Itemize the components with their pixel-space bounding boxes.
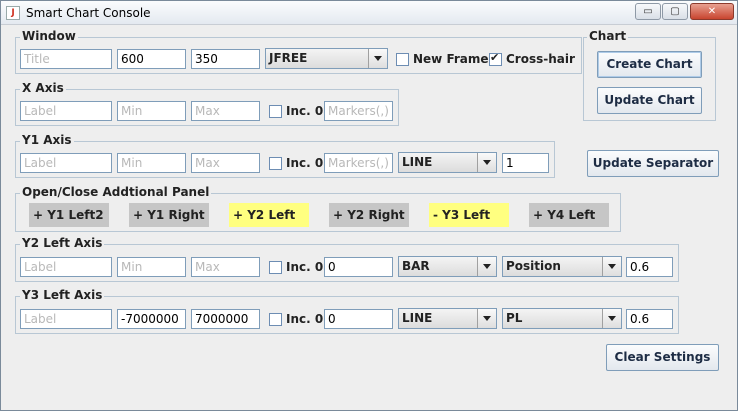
x-axis-max-input[interactable] (191, 101, 260, 121)
title-bar: J Smart Chart Console ▭ ▢ ✕ (1, 1, 737, 25)
java-app-icon: J (6, 6, 20, 20)
y2-left-axis-position-value: Position (506, 259, 561, 273)
y3-left-axis-position-value: PL (506, 311, 523, 325)
renderer-combo[interactable]: JFREE (265, 48, 388, 69)
y2-left-axis-min-input[interactable] (117, 257, 186, 277)
x-axis-min-input[interactable] (117, 101, 186, 121)
chart-group-label: Chart (587, 29, 629, 43)
y1-axis-max-input[interactable] (191, 153, 260, 173)
y3-left-axis-min-input[interactable] (117, 309, 186, 329)
y3-left-axis-position-combo[interactable]: PL (502, 308, 622, 329)
toggle-y4-left-button[interactable]: + Y4 Left (529, 203, 609, 227)
renderer-combo-value: JFREE (269, 51, 308, 65)
y1-axis-type-combo[interactable]: LINE (398, 152, 497, 173)
chevron-down-icon (477, 309, 496, 328)
width-input[interactable] (117, 49, 186, 69)
new-frame-checkbox[interactable] (396, 53, 409, 66)
window-title: Smart Chart Console (26, 6, 151, 20)
crosshair-label: Cross-hair (506, 52, 575, 66)
clear-settings-button[interactable]: Clear Settings (606, 344, 719, 371)
y2-left-axis-max-input[interactable] (191, 257, 260, 277)
y1-axis-group-label: Y1 Axis (20, 133, 74, 147)
window-group-label: Window (20, 29, 78, 43)
y2-left-axis-offset-input[interactable] (324, 257, 393, 277)
update-separator-button[interactable]: Update Separator (587, 150, 719, 177)
chevron-down-icon (477, 257, 496, 276)
y3-left-axis-inc0-label: Inc. 0 (286, 312, 324, 326)
y3-left-axis-type-combo[interactable]: LINE (398, 308, 497, 329)
chevron-down-icon (602, 257, 621, 276)
close-button[interactable]: ✕ (690, 3, 734, 20)
y1-axis-inc0-checkbox[interactable] (269, 157, 282, 170)
y1-axis-min-input[interactable] (117, 153, 186, 173)
x-axis-markers-input[interactable] (324, 101, 393, 121)
chevron-down-icon (477, 153, 496, 172)
crosshair-checkbox[interactable] (489, 51, 502, 66)
new-frame-label: New Frame (413, 52, 489, 66)
y2-left-axis-type-combo[interactable]: BAR (398, 256, 497, 277)
x-axis-inc0-label: Inc. 0 (286, 104, 324, 118)
minimize-button[interactable]: ▭ (635, 3, 661, 20)
panel-toggle-group-label: Open/Close Addtional Panel (20, 185, 212, 199)
y3-left-axis-offset-input[interactable] (324, 309, 393, 329)
x-axis-inc0-checkbox[interactable] (269, 105, 282, 118)
toggle-y2-right-button[interactable]: + Y2 Right (329, 203, 409, 227)
y3-left-axis-inc0-checkbox[interactable] (269, 313, 282, 326)
y2-left-axis-type-value: BAR (402, 259, 430, 273)
y2-left-axis-label-input[interactable] (20, 257, 112, 277)
chevron-down-icon (602, 309, 621, 328)
create-chart-button[interactable]: Create Chart (597, 51, 702, 78)
height-input[interactable] (191, 49, 260, 69)
toggle-y3-left-button[interactable]: - Y3 Left (429, 203, 509, 227)
maximize-button[interactable]: ▢ (662, 3, 688, 20)
y2-left-axis-group-label: Y2 Left Axis (20, 236, 105, 250)
x-axis-group-label: X Axis (20, 81, 66, 95)
y2-left-axis-ratio-input[interactable] (626, 257, 673, 277)
app-window: J Smart Chart Console ▭ ▢ ✕ Window JFREE… (0, 0, 738, 411)
toggle-y1-right-button[interactable]: + Y1 Right (129, 203, 209, 227)
y2-left-axis-position-combo[interactable]: Position (502, 256, 622, 277)
y3-left-axis-max-input[interactable] (191, 309, 260, 329)
y1-axis-type-value: LINE (402, 155, 433, 169)
title-input[interactable] (20, 49, 112, 69)
y3-left-axis-type-value: LINE (402, 311, 433, 325)
y1-axis-inc0-label: Inc. 0 (286, 156, 324, 170)
y3-left-axis-ratio-input[interactable] (626, 309, 673, 329)
toggle-y2-left-button[interactable]: + Y2 Left (229, 203, 309, 227)
toggle-y1-left2-button[interactable]: + Y1 Left2 (29, 203, 109, 227)
y3-left-axis-label-input[interactable] (20, 309, 112, 329)
y2-left-axis-inc0-label: Inc. 0 (286, 260, 324, 274)
y3-left-axis-group-label: Y3 Left Axis (20, 288, 105, 302)
y1-axis-markers-input[interactable] (324, 153, 393, 173)
y1-axis-label-input[interactable] (20, 153, 112, 173)
chevron-down-icon (368, 49, 387, 68)
y1-axis-value-input[interactable] (502, 153, 549, 173)
update-chart-button[interactable]: Update Chart (597, 87, 702, 114)
x-axis-label-input[interactable] (20, 101, 112, 121)
y2-left-axis-inc0-checkbox[interactable] (269, 261, 282, 274)
